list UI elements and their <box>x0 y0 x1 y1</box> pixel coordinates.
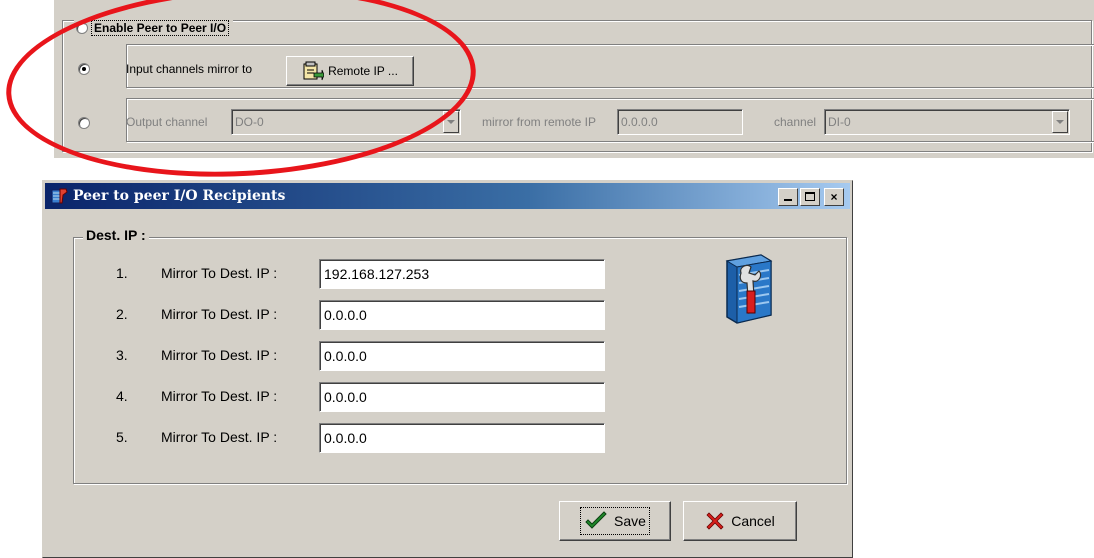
dest-ip-input-4[interactable] <box>319 382 605 412</box>
dest-ip-input-3[interactable] <box>319 341 605 371</box>
enable-peer-io-row[interactable]: Enable Peer to Peer I/O <box>74 19 234 37</box>
channel-dropdown-icon[interactable] <box>1052 111 1068 133</box>
input-mirror-row <box>126 44 1094 88</box>
dest-ip-row-label: Mirror To Dest. IP : <box>161 265 278 281</box>
dest-ip-input-2[interactable] <box>319 300 605 330</box>
dialog-titlebar[interactable]: Peer to peer I/O Recipients × <box>45 183 850 209</box>
enable-peer-io-label[interactable]: Enable Peer to Peer I/O <box>91 20 230 36</box>
output-channel-dropdown-icon[interactable] <box>443 111 459 133</box>
dialog-title: Peer to peer I/O Recipients <box>73 188 286 204</box>
output-channel-label: Output channel <box>126 115 208 129</box>
dest-ip-row-label: Mirror To Dest. IP : <box>161 429 278 445</box>
input-mirror-radio[interactable] <box>78 63 90 75</box>
channel-label: channel <box>774 115 817 129</box>
x-mark-icon <box>706 512 724 530</box>
checkmark-icon <box>585 511 607 529</box>
dest-ip-row: 4. Mirror To Dest. IP : <box>43 380 852 412</box>
mirror-from-ip-value: 0.0.0.0 <box>621 115 658 129</box>
cancel-button-content: Cancel <box>705 511 775 531</box>
close-button[interactable]: × <box>824 188 844 206</box>
channel-select[interactable]: DI-0 <box>824 109 1070 135</box>
tools-icon <box>725 254 773 324</box>
save-button-content: Save <box>580 507 650 535</box>
remote-ip-button-label: Remote IP ... <box>328 64 398 78</box>
enable-peer-io-radio[interactable] <box>76 22 88 34</box>
window-controls: × <box>778 188 844 206</box>
cancel-button[interactable]: Cancel <box>683 501 797 541</box>
remote-ip-button[interactable]: Remote IP ... <box>286 56 414 86</box>
dest-ip-row-label: Mirror To Dest. IP : <box>161 306 278 322</box>
dest-ip-row-label: Mirror To Dest. IP : <box>161 347 278 363</box>
peer-io-panel: Enable Peer to Peer I/O Input channels m… <box>54 0 1094 158</box>
dest-ip-row: 5. Mirror To Dest. IP : <box>43 421 852 453</box>
save-button-label: Save <box>614 513 646 529</box>
output-mirror-radio[interactable] <box>78 117 90 129</box>
dest-ip-group-label: Dest. IP : <box>83 227 149 243</box>
app-icon <box>51 188 68 204</box>
output-channel-select[interactable]: DO-0 <box>231 109 461 135</box>
channel-value: DI-0 <box>828 115 851 129</box>
dest-ip-row: 3. Mirror To Dest. IP : <box>43 339 852 371</box>
peer-recipients-dialog: Peer to peer I/O Recipients × Dest. IP :… <box>42 180 853 558</box>
minimize-button[interactable] <box>778 188 798 206</box>
output-channel-value: DO-0 <box>235 115 264 129</box>
mirror-from-ip-field[interactable]: 0.0.0.0 <box>617 109 743 135</box>
cancel-button-label: Cancel <box>731 513 775 529</box>
input-mirror-label: Input channels mirror to <box>126 62 253 76</box>
maximize-button[interactable] <box>800 188 820 206</box>
dest-ip-row-number: 4. <box>116 388 128 404</box>
dest-ip-row-label: Mirror To Dest. IP : <box>161 388 278 404</box>
dest-ip-input-5[interactable] <box>319 423 605 453</box>
dest-ip-row-number: 3. <box>116 347 128 363</box>
dest-ip-row-number: 2. <box>116 306 128 322</box>
dest-ip-row-number: 5. <box>116 429 128 445</box>
save-button[interactable]: Save <box>559 501 671 541</box>
dest-ip-input-1[interactable] <box>319 259 605 289</box>
remote-ip-icon <box>303 61 325 81</box>
dest-ip-row-number: 1. <box>116 265 128 281</box>
mirror-from-label: mirror from remote IP <box>482 115 597 129</box>
